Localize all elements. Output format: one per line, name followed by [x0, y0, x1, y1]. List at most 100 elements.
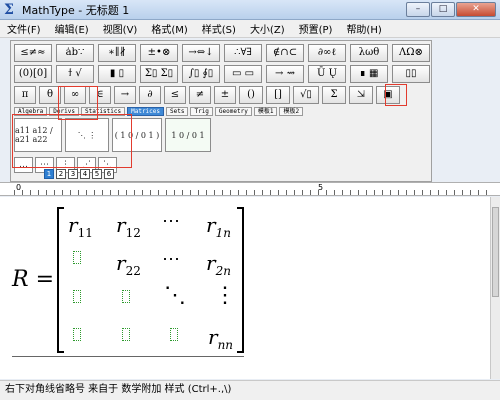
- boxes-palette-button[interactable]: ▯▯: [392, 65, 430, 83]
- tab-derivs[interactable]: Derivs: [49, 107, 79, 116]
- matrix-cell-rnn[interactable]: rnn: [208, 325, 233, 352]
- not-equal-button[interactable]: ≠: [189, 86, 211, 104]
- tab-custom-1[interactable]: 模板1: [253, 107, 278, 116]
- matrix-template-subscripted[interactable]: a11 a12 / a21 a22: [14, 118, 62, 152]
- ddots: ⋱: [164, 283, 188, 308]
- mini-tab-4[interactable]: 4: [80, 169, 90, 179]
- symbol-palette: ≤≠≈ ȧb∵ ∗∥∦ ±•⊗ →⇔↓ ∴∀∃ ∉∩⊂ ∂∞ℓ λωθ ΛΩ⊗ …: [10, 40, 432, 182]
- logic-palette-button[interactable]: ∴∀∃: [224, 44, 262, 62]
- diagonal-dots-button[interactable]: ⇲: [349, 86, 373, 104]
- products-palette-button[interactable]: Ū Ų: [308, 65, 346, 83]
- tab-algebra[interactable]: Algebra: [14, 107, 48, 116]
- mini-tab-3[interactable]: 3: [68, 169, 78, 179]
- placeholder-slot[interactable]: [73, 290, 81, 303]
- labeled-arrows-palette-button[interactable]: → ⇝: [266, 65, 304, 83]
- misc-palette-button[interactable]: ∂∞ℓ: [308, 44, 346, 62]
- integrals-palette-button[interactable]: ∫▯ ∮▯: [182, 65, 220, 83]
- placeholder-slot[interactable]: [73, 251, 81, 264]
- infinity-button[interactable]: ∞: [64, 86, 86, 104]
- menu-help[interactable]: 帮助(H): [339, 21, 388, 36]
- matrix-cell-r12[interactable]: r12: [116, 213, 141, 240]
- menu-preferences[interactable]: 预置(P): [292, 21, 340, 36]
- tab-custom-2[interactable]: 模板2: [279, 107, 304, 116]
- tab-trig[interactable]: Trig: [190, 107, 213, 116]
- placeholder-slot[interactable]: [122, 290, 130, 303]
- mini-tab-buttons: 1 2 3 4 5 6: [44, 169, 114, 179]
- mini-tab-1[interactable]: 1: [44, 169, 54, 179]
- operators-palette-button[interactable]: ±•⊗: [140, 44, 178, 62]
- arrows-palette-button[interactable]: →⇔↓: [182, 44, 220, 62]
- close-button[interactable]: ✕: [456, 2, 496, 17]
- placeholder-slot[interactable]: [73, 328, 81, 341]
- sqrt-button[interactable]: √▯: [293, 86, 319, 104]
- scrollbar-thumb[interactable]: [492, 207, 499, 297]
- matrix-cell-r1n[interactable]: r1n: [206, 213, 231, 240]
- right-bracket: [237, 207, 244, 353]
- partial-button[interactable]: ∂: [139, 86, 161, 104]
- matrix-template-dots[interactable]: ⋱ ⋮: [65, 118, 109, 152]
- summation-palette-button[interactable]: Σ▯ Σ▯: [140, 65, 178, 83]
- cell-var: r: [68, 213, 78, 237]
- matrices-palette-button[interactable]: ∎ ▦: [350, 65, 388, 83]
- maximize-button[interactable]: □: [431, 2, 455, 17]
- menu-edit[interactable]: 编辑(E): [48, 21, 96, 36]
- tab-matrices[interactable]: Matrices: [127, 107, 165, 116]
- matrix-cell-r11[interactable]: r11: [68, 213, 93, 240]
- matrix-cell-r2n[interactable]: r2n: [206, 251, 231, 278]
- cell-subscript: 11: [77, 226, 93, 240]
- mathtype-logo-icon: Σ: [4, 1, 14, 18]
- equation-editor[interactable]: R = r11 r12 ⋯ r1n r22 ⋯ r2n ⋱ ⋮ rnn: [0, 197, 490, 379]
- baseline-ellipsis-button[interactable]: …: [14, 157, 33, 173]
- greek-lower-palette-button[interactable]: λωθ: [350, 44, 388, 62]
- cell-var: r: [116, 213, 126, 237]
- spaces-palette-button[interactable]: ȧb∵: [56, 44, 94, 62]
- matrix-templates: a11 a12 / a21 a22 ⋱ ⋮ ( 1 0 / 0 1 ) 1 0 …: [14, 118, 211, 154]
- embellishments-palette-button[interactable]: ∗∥∦: [98, 44, 136, 62]
- greek-upper-palette-button[interactable]: ΛΩ⊗: [392, 44, 430, 62]
- lhs-variable: R: [12, 267, 29, 292]
- title-bar: Σ MathType - 无标题 1 – □ ✕: [0, 0, 500, 20]
- matrix-cell-r22[interactable]: r22: [116, 251, 141, 278]
- mini-tab-5[interactable]: 5: [92, 169, 102, 179]
- plus-minus-button[interactable]: ±: [214, 86, 236, 104]
- menu-view[interactable]: 视图(V): [96, 21, 145, 36]
- less-equal-button[interactable]: ≤: [164, 86, 186, 104]
- mini-tab-6[interactable]: 6: [104, 169, 114, 179]
- mini-tab-2[interactable]: 2: [56, 169, 66, 179]
- tab-geometry[interactable]: Geometry: [214, 107, 252, 116]
- matrix-button[interactable]: ▣: [376, 86, 400, 104]
- cell-subscript: 12: [125, 226, 141, 240]
- theta-button[interactable]: θ: [39, 86, 61, 104]
- minimize-button[interactable]: –: [406, 2, 430, 17]
- tab-statistics[interactable]: Statistics: [80, 107, 126, 116]
- matrix-template-identity-paren[interactable]: ( 1 0 / 0 1 ): [112, 118, 162, 152]
- matrix-template-identity[interactable]: 1 0 / 0 1: [165, 118, 211, 152]
- pi-button[interactable]: π: [14, 86, 36, 104]
- cell-var: r: [206, 213, 216, 237]
- menu-size[interactable]: 大小(Z): [243, 21, 292, 36]
- element-of-button[interactable]: ∈: [89, 86, 111, 104]
- scripts-palette-button[interactable]: ▮ ▯: [98, 65, 136, 83]
- insertion-underline: [12, 356, 244, 357]
- menu-format[interactable]: 格式(M): [144, 21, 194, 36]
- parentheses-button[interactable]: (): [239, 86, 263, 104]
- sum-button[interactable]: Σ: [322, 86, 346, 104]
- menu-style[interactable]: 样式(S): [195, 21, 243, 36]
- fences-palette-button[interactable]: (0)[0]: [14, 65, 52, 83]
- brackets-button[interactable]: []: [266, 86, 290, 104]
- placeholder-slot[interactable]: [170, 328, 178, 341]
- window-controls: – □ ✕: [406, 2, 496, 17]
- vertical-scrollbar[interactable]: [490, 197, 500, 379]
- sets-palette-button[interactable]: ∉∩⊂: [266, 44, 304, 62]
- relations-palette-button[interactable]: ≤≠≈: [14, 44, 52, 62]
- placeholder-slot[interactable]: [122, 328, 130, 341]
- left-bracket: [57, 207, 64, 353]
- cell-subscript: 1n: [215, 226, 231, 240]
- bars-palette-button[interactable]: ▭ ▭: [224, 65, 262, 83]
- palette-tabs: Algebra Derivs Statistics Matrices Sets …: [14, 107, 304, 116]
- tab-sets[interactable]: Sets: [166, 107, 189, 116]
- menu-file[interactable]: 文件(F): [0, 21, 48, 36]
- status-bar: 右下对角线省略号 来自于 数学附加 样式 (Ctrl+.,\): [0, 380, 500, 400]
- fractions-palette-button[interactable]: ϯ √: [56, 65, 94, 83]
- arrow-button[interactable]: →: [114, 86, 136, 104]
